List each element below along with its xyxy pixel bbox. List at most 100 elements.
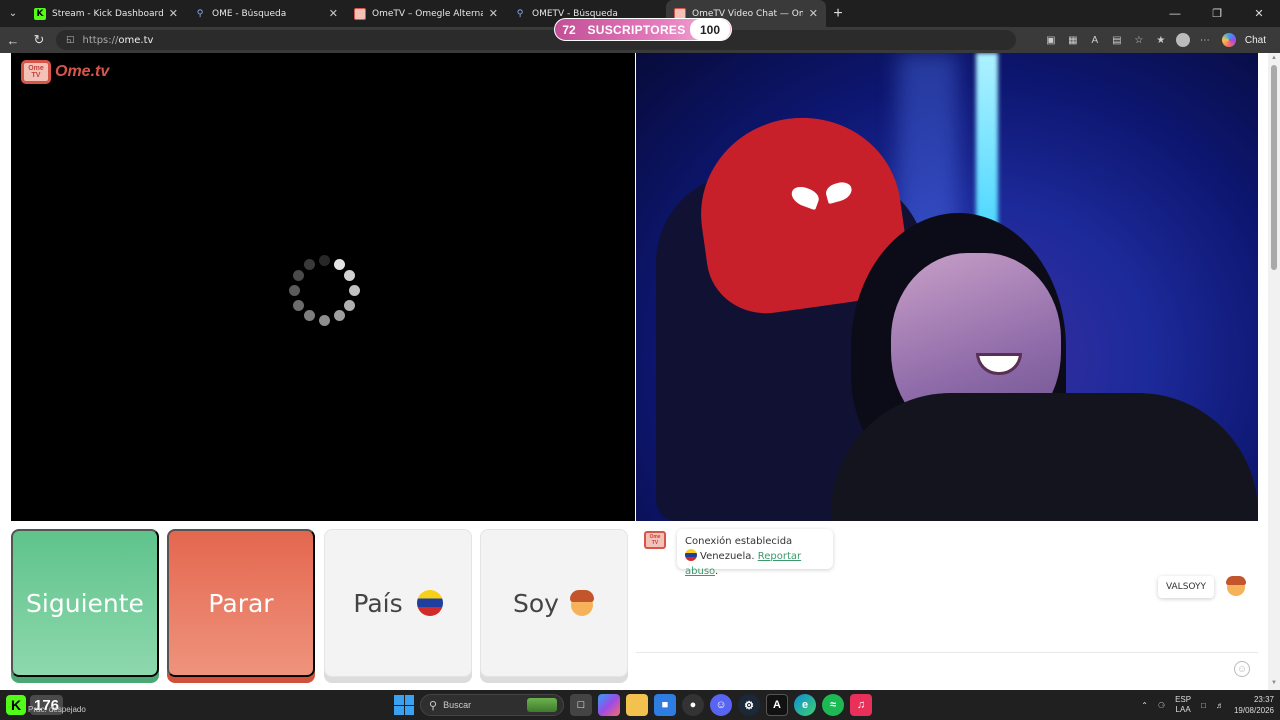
search-icon: ⚲	[429, 699, 438, 712]
search-icon: ⚲	[516, 8, 524, 19]
country-button[interactable]: País	[324, 529, 472, 677]
task-view-icon[interactable]: □	[570, 694, 592, 716]
browser-toolbar: ▣ ▦ A ▤ ☆ ★ ⋯ Chat	[1042, 31, 1270, 49]
profile-avatar[interactable]	[1174, 31, 1192, 49]
tab-actions-menu-icon[interactable]: ⌄	[0, 0, 26, 27]
scrollbar-thumb[interactable]	[1271, 65, 1277, 270]
volume-icon[interactable]: ♬	[1216, 701, 1224, 710]
streamer-hoodie	[831, 393, 1258, 521]
spinner-dot	[318, 254, 330, 266]
lang-bottom: LAA	[1175, 705, 1191, 714]
tab-title: OME - Búsqueda	[212, 8, 287, 19]
subscribers-goal: 100	[690, 19, 730, 40]
boy-emoji-icon	[1226, 576, 1246, 596]
kick-icon: K	[34, 7, 46, 20]
copilot-button[interactable]: Chat	[1218, 31, 1270, 49]
close-icon[interactable]: ✕	[169, 7, 178, 20]
copilot-app-icon[interactable]	[598, 694, 620, 716]
more-icon[interactable]: ⋯	[1196, 31, 1214, 49]
page-scrollbar[interactable]: ▲ ▼	[1268, 53, 1280, 690]
spinner-dot	[344, 299, 356, 311]
connection-status: Conexión establecida	[685, 536, 793, 547]
translate-icon[interactable]: A	[1086, 31, 1104, 49]
steam-icon[interactable]: ⚙	[738, 694, 760, 716]
weather-text: Prac. despejado	[28, 705, 86, 714]
scroll-down-icon[interactable]: ▼	[1270, 680, 1278, 688]
chat-input-area: ☺	[636, 652, 1258, 690]
minimize-icon[interactable]: —	[1154, 0, 1196, 27]
spinner-dot	[303, 310, 315, 322]
emoji-picker-icon[interactable]: ☺	[1234, 661, 1250, 677]
spinner-dot	[344, 269, 356, 281]
next-label: Siguiente	[26, 588, 144, 618]
stop-label: Parar	[208, 588, 274, 618]
tab-ome-search[interactable]: ⚲ OME - Búsqueda ✕	[186, 0, 346, 27]
tab-title: OMETV - Búsqueda	[532, 8, 618, 19]
back-icon[interactable]: ←	[0, 33, 26, 48]
edge-icon[interactable]: e	[794, 694, 816, 716]
site-info-icon[interactable]: ◱	[66, 35, 75, 45]
spinner-dot	[292, 299, 304, 311]
windows-taskbar: K 176 Prac. despejado ⚲ Buscar □ ■ ● ☺ ⚙…	[0, 690, 1280, 720]
spinner-dot	[348, 284, 360, 296]
tray-overflow-icon[interactable]: ⌃	[1141, 701, 1148, 710]
spinner-dot	[292, 269, 304, 281]
microphone-icon[interactable]: ⚆	[1158, 701, 1165, 710]
scroll-up-icon[interactable]: ▲	[1270, 55, 1278, 63]
tab-ometv-alternative[interactable]: OmeTV – Omegle Alternative for R ✕	[346, 0, 506, 27]
windows-start-icon[interactable]	[394, 695, 414, 715]
input-language[interactable]: ESP LAA	[1175, 695, 1191, 715]
url-host: ome.tv	[118, 34, 154, 46]
spotify-icon[interactable]: ≈	[822, 694, 844, 716]
stop-button[interactable]: Parar	[167, 529, 315, 677]
close-icon[interactable]: ✕	[329, 7, 338, 20]
tiktok-icon[interactable]: ♫	[850, 694, 872, 716]
country-label: País	[353, 588, 403, 618]
search-highlight-image	[527, 698, 557, 712]
close-icon[interactable]: ✕	[809, 7, 818, 20]
subscribers-label: SUSCRIPTORES	[587, 22, 686, 37]
discord-icon[interactable]: ☺	[710, 694, 732, 716]
system-tray: ⌃ ⚆ ESP LAA □ ♬ 23:37 19/08/2026	[1141, 690, 1274, 720]
next-button[interactable]: Siguiente	[11, 529, 159, 677]
close-window-icon[interactable]: ✕	[1238, 0, 1280, 27]
gender-button[interactable]: Soy	[480, 529, 628, 677]
apps-icon[interactable]: ▦	[1064, 31, 1082, 49]
file-explorer-icon[interactable]	[626, 694, 648, 716]
restore-icon[interactable]: ❐	[1196, 0, 1238, 27]
boy-emoji-icon	[569, 590, 595, 616]
capcut-icon[interactable]: A	[766, 694, 788, 716]
network-icon[interactable]: □	[1201, 701, 1206, 710]
ometv-logo[interactable]: Ome TV Ome.tv	[21, 60, 109, 84]
ometv-page: Ome TV Ome.tv Siguiente Parar País Soy O…	[0, 53, 1280, 690]
taskbar-clock[interactable]: 23:37 19/08/2026	[1234, 694, 1274, 716]
copilot-icon	[1221, 33, 1236, 47]
favorite-star-icon[interactable]: ☆	[1130, 31, 1148, 49]
venezuela-flag-icon	[685, 549, 697, 561]
clock-date: 19/08/2026	[1233, 706, 1274, 715]
refresh-icon[interactable]: ↻	[26, 32, 52, 48]
obs-icon[interactable]: ●	[682, 694, 704, 716]
tab-title: Stream - Kick Dashboard	[52, 8, 163, 19]
close-icon[interactable]: ✕	[489, 7, 498, 20]
taskbar-search[interactable]: ⚲ Buscar	[420, 694, 564, 716]
ometv-icon	[354, 7, 366, 20]
chat-message-input[interactable]	[636, 653, 1216, 689]
stranger-video: Ome TV Ome.tv	[11, 53, 635, 521]
new-tab-button[interactable]: +	[826, 5, 850, 23]
ometv-chat-logo-icon: Ome TV	[644, 531, 666, 549]
store-icon[interactable]: ■	[654, 694, 676, 716]
favorites-icon[interactable]: ★	[1152, 31, 1170, 49]
spinner-dot	[303, 258, 315, 270]
tab-title: OmeTV Video Chat — Omegl	[692, 8, 803, 19]
camera-icon[interactable]: ▣	[1042, 31, 1060, 49]
copilot-label: Chat	[1244, 34, 1266, 46]
url-field[interactable]: ◱ https:// ome.tv	[56, 30, 1016, 50]
chat-panel: Ome TV Conexión establecida Venezuela. Re…	[636, 521, 1258, 690]
report-suffix: .	[714, 566, 719, 577]
tab-kick-dashboard[interactable]: K Stream - Kick Dashboard ✕	[26, 0, 186, 27]
spinner-dot	[318, 314, 330, 326]
logo-tv-line2: TV	[31, 72, 41, 79]
reader-icon[interactable]: ▤	[1108, 31, 1126, 49]
url-protocol: https://	[82, 34, 119, 46]
